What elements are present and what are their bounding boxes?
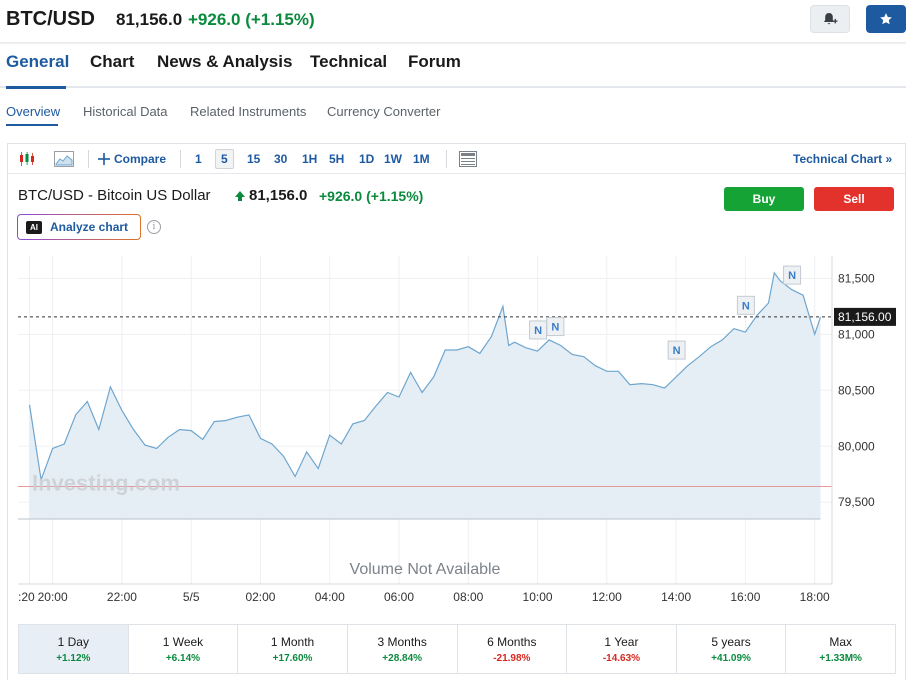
active-tab-indicator (6, 86, 66, 89)
watchlist-button[interactable] (866, 5, 906, 33)
x-tick-label: 16:00 (730, 590, 760, 604)
volume-not-available-label: Volume Not Available (350, 561, 501, 578)
period-6-months[interactable]: 6 Months -21.98% (458, 625, 568, 673)
symbol-title: BTC/USD (6, 8, 95, 30)
tab-forum[interactable]: Forum (408, 52, 461, 72)
period-label: 3 Months (377, 634, 427, 649)
price-chart[interactable]: Investing.com 81,500 81,000 80,500 80,000 79,… (8, 144, 905, 614)
tab-general[interactable]: General (6, 52, 69, 72)
period-max[interactable]: Max +1.33M% (786, 625, 895, 673)
news-marker-label: N (534, 325, 542, 337)
watermark-text: Investing.com (32, 471, 180, 496)
subtab-overview[interactable]: Overview (6, 104, 60, 119)
period-label: 1 Day (57, 634, 89, 649)
period-change: +28.84% (382, 652, 423, 664)
period-change: -21.98% (493, 652, 531, 664)
period-change: -14.63% (602, 652, 641, 664)
period-3-months[interactable]: 3 Months +28.84% (348, 625, 458, 673)
subtab-currency-converter[interactable]: Currency Converter (327, 104, 440, 119)
main-tabs: General Chart News & Analysis Technical … (0, 50, 906, 89)
news-marker[interactable]: N (667, 340, 686, 360)
period-label: 1 Month (270, 634, 315, 649)
news-marker[interactable]: N (529, 320, 548, 340)
y-tick-label: 81,500 (838, 271, 875, 285)
x-tick-label: 5/5 (183, 590, 200, 604)
x-tick-label: 08:00 (453, 590, 483, 604)
period-change: +1.12% (56, 652, 91, 664)
x-tick-label: 18:00 (800, 590, 830, 604)
tab-chart[interactable]: Chart (90, 52, 134, 72)
period-change: +1.33M% (819, 652, 862, 664)
x-tick-label: 20:00 (38, 590, 68, 604)
header-price: 81,156.0 (116, 10, 183, 29)
period-5-years[interactable]: 5 years +41.09% (677, 625, 787, 673)
period-performance-table: 1 Day +1.12% 1 Week +6.14% 1 Month +17.60% 3 M… (18, 624, 896, 674)
tab-news-analysis[interactable]: News & Analysis (157, 52, 292, 72)
x-tick-label: 22:00 (107, 590, 137, 604)
header-change: +926.0 (+1.15%) (188, 10, 315, 29)
news-marker-label: N (551, 322, 559, 334)
x-tick-label: 12:00 (592, 590, 622, 604)
instrument-header: BTC/USD 81,156.0 +926.0 (+1.15%) (0, 0, 917, 42)
bell-plus-icon (824, 13, 838, 25)
period-label: 1 Year (604, 634, 639, 649)
period-1-month[interactable]: 1 Month +17.60% (238, 625, 348, 673)
y-tick-label: 80,000 (838, 439, 875, 453)
y-tick-label: 81,000 (838, 327, 875, 341)
period-label: 1 Week (162, 634, 204, 649)
active-subtab-indicator (6, 124, 58, 126)
period-1-year[interactable]: 1 Year -14.63% (567, 625, 677, 673)
add-alert-button[interactable] (810, 5, 850, 33)
news-marker[interactable]: N (736, 295, 755, 315)
star-icon (880, 13, 892, 25)
chart-panel: Compare 1 5 15 30 1H 5H 1D 1W 1M Technic… (7, 143, 906, 680)
x-tick-label: 06:00 (384, 590, 414, 604)
x-tick-label: 02:00 (245, 590, 275, 604)
x-tick-label: :20 (18, 590, 35, 604)
y-tick-label: 79,500 (838, 495, 875, 509)
period-change: +17.60% (272, 652, 313, 664)
header-divider (0, 42, 906, 45)
period-label: 6 Months (487, 634, 537, 649)
news-marker-label: N (673, 345, 681, 357)
period-1-week[interactable]: 1 Week +6.14% (129, 625, 239, 673)
news-marker-label: N (742, 300, 750, 312)
period-change: +41.09% (711, 652, 751, 664)
y-tick-label: 80,500 (838, 383, 875, 397)
news-marker[interactable]: N (783, 265, 802, 285)
subtab-related-instruments[interactable]: Related Instruments (190, 104, 306, 119)
x-tick-label: 14:00 (661, 590, 691, 604)
news-marker-label: N (788, 270, 796, 282)
x-tick-label: 10:00 (523, 590, 553, 604)
tab-technical[interactable]: Technical (310, 52, 387, 72)
period-change: +6.14% (165, 652, 201, 664)
period-label: 5 years (711, 634, 751, 649)
period-1-day[interactable]: 1 Day +1.12% (19, 625, 129, 673)
subtab-historical-data[interactable]: Historical Data (83, 104, 168, 119)
last-price-label: 81,156.00 (838, 310, 892, 324)
period-label: Max (829, 634, 853, 649)
x-tick-label: 04:00 (315, 590, 345, 604)
news-marker[interactable]: N (546, 317, 565, 337)
